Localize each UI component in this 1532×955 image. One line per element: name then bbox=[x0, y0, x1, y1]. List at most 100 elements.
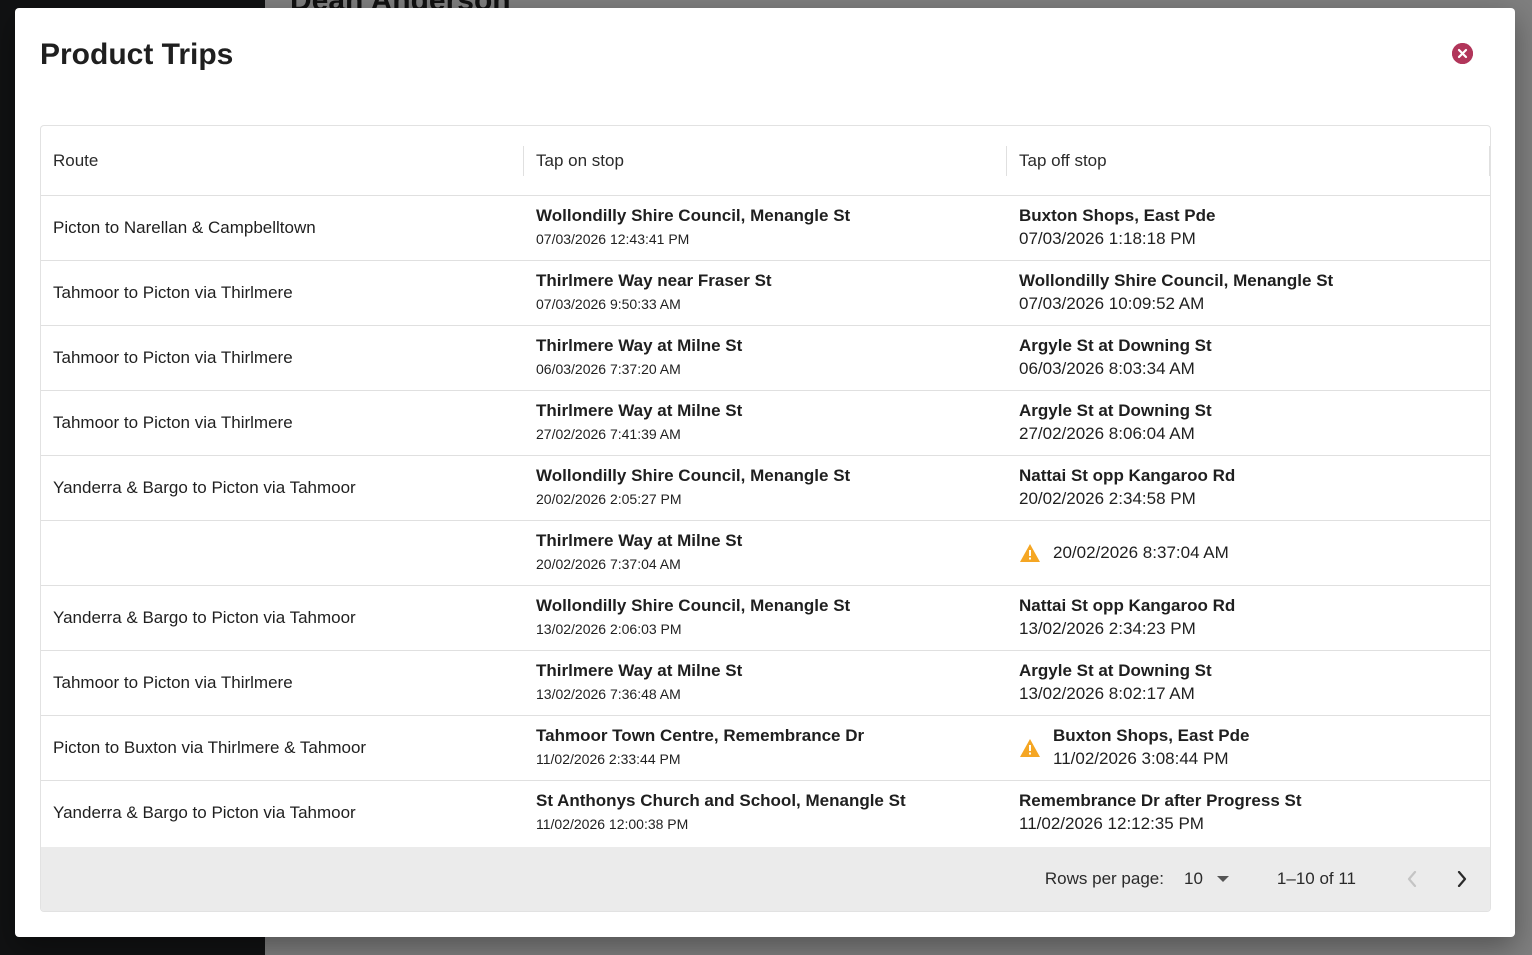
column-header-route[interactable]: Route bbox=[41, 126, 524, 196]
route-name: Tahmoor to Picton via Thirlmere bbox=[53, 283, 293, 302]
table-row[interactable]: Picton to Narellan & Campbelltown Wollond… bbox=[41, 195, 1490, 261]
tap-off-time: 11/02/2026 3:08:44 PM bbox=[1053, 749, 1229, 768]
column-separator[interactable] bbox=[1489, 146, 1490, 176]
tap-off-cell: Argyle St at Downing St 06/03/2026 8:03:3… bbox=[1007, 325, 1490, 391]
column-header-label: Route bbox=[53, 150, 99, 170]
tap-off-time: 20/02/2026 2:34:58 PM bbox=[1019, 489, 1196, 508]
table-row[interactable]: Yanderra & Bargo to Picton via Tahmoor Wo… bbox=[41, 455, 1490, 521]
tap-off-details: Wollondilly Shire Council, Menangle St 07… bbox=[1019, 270, 1333, 316]
tap-off-wrap: Nattai St opp Kangaroo Rd 13/02/2026 2:34… bbox=[1019, 595, 1478, 641]
tap-off-details: Nattai St opp Kangaroo Rd 20/02/2026 2:34… bbox=[1019, 465, 1235, 511]
tap-on-stop-name: Wollondilly Shire Council, Menangle St bbox=[536, 206, 851, 225]
route-name: Tahmoor to Picton via Thirlmere bbox=[53, 413, 293, 432]
tap-off-wrap: Argyle St at Downing St 13/02/2026 8:02:1… bbox=[1019, 660, 1478, 706]
tap-on-cell: Thirlmere Way at Milne St 27/02/2026 7:41… bbox=[524, 390, 1007, 456]
chevron-left-icon bbox=[1407, 871, 1417, 887]
tap-off-stop-name: Wollondilly Shire Council, Menangle St bbox=[1019, 271, 1334, 290]
tap-on-stop-name: Tahmoor Town Centre, Remembrance Dr bbox=[536, 726, 865, 745]
route-cell: Yanderra & Bargo to Picton via Tahmoor bbox=[41, 455, 524, 521]
tap-off-time: 20/02/2026 8:37:04 AM bbox=[1053, 543, 1229, 562]
tap-off-stop-name: Argyle St at Downing St bbox=[1019, 336, 1212, 355]
close-circle-icon bbox=[1452, 43, 1473, 64]
table-row[interactable]: Tahmoor to Picton via Thirlmere Thirlmere… bbox=[41, 390, 1490, 456]
tap-off-time: 13/02/2026 2:34:23 PM bbox=[1019, 619, 1196, 638]
tap-off-time: 07/03/2026 10:09:52 AM bbox=[1019, 294, 1205, 313]
tap-on-time: 13/02/2026 7:36:48 AM bbox=[536, 686, 681, 702]
tap-on-stop-name: Thirlmere Way at Milne St bbox=[536, 531, 743, 550]
route-cell: Yanderra & Bargo to Picton via Tahmoor bbox=[41, 585, 524, 651]
route-name: Picton to Buxton via Thirlmere & Tahmoor bbox=[53, 738, 367, 757]
tap-on-cell: Wollondilly Shire Council, Menangle St 20… bbox=[524, 455, 1007, 521]
tap-on-stop-name: Wollondilly Shire Council, Menangle St bbox=[536, 466, 851, 485]
rows-per-page-label: Rows per page: bbox=[1044, 869, 1164, 888]
route-cell: Tahmoor to Picton via Thirlmere bbox=[41, 260, 524, 326]
route-name: Yanderra & Bargo to Picton via Tahmoor bbox=[53, 803, 356, 822]
tap-off-wrap: Argyle St at Downing St 27/02/2026 8:06:0… bbox=[1019, 400, 1478, 446]
table-row[interactable]: Yanderra & Bargo to Picton via Tahmoor Wo… bbox=[41, 585, 1490, 651]
caret-down-icon bbox=[1216, 875, 1229, 882]
route-cell: Picton to Buxton via Thirlmere & Tahmoor bbox=[41, 715, 524, 781]
tap-on-cell: Thirlmere Way near Fraser St 07/03/2026 9… bbox=[524, 260, 1007, 326]
tap-off-wrap: Argyle St at Downing St 06/03/2026 8:03:3… bbox=[1019, 335, 1478, 381]
tap-off-wrap: Wollondilly Shire Council, Menangle St 07… bbox=[1019, 270, 1478, 316]
tap-on-cell: Thirlmere Way at Milne St 13/02/2026 7:36… bbox=[524, 650, 1007, 716]
tap-on-time: 20/02/2026 7:37:04 AM bbox=[536, 556, 681, 572]
rows-per-page-select[interactable]: 10 bbox=[1184, 869, 1229, 889]
tap-on-cell: Wollondilly Shire Council, Menangle St 07… bbox=[524, 195, 1007, 261]
route-name: Yanderra & Bargo to Picton via Tahmoor bbox=[53, 478, 356, 497]
tap-off-details: Argyle St at Downing St 27/02/2026 8:06:0… bbox=[1019, 400, 1212, 446]
tap-off-details: Nattai St opp Kangaroo Rd 13/02/2026 2:34… bbox=[1019, 595, 1235, 641]
tap-on-stop-name: Thirlmere Way near Fraser St bbox=[536, 271, 772, 290]
tap-off-cell: Buxton Shops, East Pde 07/03/2026 1:18:18… bbox=[1007, 195, 1490, 261]
tap-off-stop-name: Argyle St at Downing St bbox=[1019, 401, 1212, 420]
tap-on-time: 11/02/2026 12:00:38 PM bbox=[536, 816, 689, 832]
table-row[interactable]: Picton to Buxton via Thirlmere & Tahmoor… bbox=[41, 715, 1490, 781]
product-trips-modal: Product Trips Route Tap on stop Tap off … bbox=[15, 8, 1515, 937]
table-header-row: Route Tap on stop Tap off stop bbox=[41, 126, 1490, 196]
tap-off-cell: Buxton Shops, East Pde 11/02/2026 3:08:44… bbox=[1007, 715, 1490, 781]
route-cell: Tahmoor to Picton via Thirlmere bbox=[41, 325, 524, 391]
tap-off-time: 27/02/2026 8:06:04 AM bbox=[1019, 424, 1195, 443]
route-cell bbox=[41, 520, 524, 586]
tap-on-time: 06/03/2026 7:37:20 AM bbox=[536, 361, 681, 377]
tap-off-time: 11/02/2026 12:12:35 PM bbox=[1019, 814, 1204, 833]
tap-on-stop-name: Thirlmere Way at Milne St bbox=[536, 336, 743, 355]
table-row[interactable]: Yanderra & Bargo to Picton via Tahmoor St… bbox=[41, 781, 1490, 846]
tap-on-cell: Thirlmere Way at Milne St 20/02/2026 7:37… bbox=[524, 520, 1007, 586]
route-name: Yanderra & Bargo to Picton via Tahmoor bbox=[53, 608, 356, 627]
table-row[interactable]: Tahmoor to Picton via Thirlmere Thirlmere… bbox=[41, 260, 1490, 326]
tap-on-cell: Tahmoor Town Centre, Remembrance Dr 11/02… bbox=[524, 715, 1007, 781]
tap-off-details: Buxton Shops, East Pde 07/03/2026 1:18:18… bbox=[1019, 205, 1215, 251]
tap-off-cell: Nattai St opp Kangaroo Rd 13/02/2026 2:34… bbox=[1007, 585, 1490, 651]
tap-on-time: 27/02/2026 7:41:39 AM bbox=[536, 426, 681, 442]
tap-on-stop-name: St Anthonys Church and School, Menangle … bbox=[536, 791, 906, 810]
tap-off-wrap: Buxton Shops, East Pde 07/03/2026 1:18:18… bbox=[1019, 205, 1478, 251]
tap-off-details: Argyle St at Downing St 13/02/2026 8:02:1… bbox=[1019, 660, 1212, 706]
table-row[interactable]: Tahmoor to Picton via Thirlmere Thirlmere… bbox=[41, 325, 1490, 391]
tap-off-cell: Wollondilly Shire Council, Menangle St 07… bbox=[1007, 260, 1490, 326]
route-cell: Yanderra & Bargo to Picton via Tahmoor bbox=[41, 781, 524, 846]
route-name: Tahmoor to Picton via Thirlmere bbox=[53, 673, 293, 692]
previous-page-button[interactable] bbox=[1392, 859, 1432, 899]
tap-on-time: 13/02/2026 2:06:03 PM bbox=[536, 621, 682, 637]
tap-off-details: Remembrance Dr after Progress St 11/02/20… bbox=[1019, 790, 1302, 836]
tap-on-cell: St Anthonys Church and School, Menangle … bbox=[524, 781, 1007, 846]
pagination-bar: Rows per page: 10 1–10 of 11 bbox=[41, 847, 1490, 911]
tap-off-time: 13/02/2026 8:02:17 AM bbox=[1019, 684, 1195, 703]
tap-off-details: Buxton Shops, East Pde 11/02/2026 3:08:44… bbox=[1053, 725, 1249, 771]
column-header-tap-off-stop[interactable]: Tap off stop bbox=[1007, 126, 1490, 196]
route-name: Tahmoor to Picton via Thirlmere bbox=[53, 348, 293, 367]
tap-off-cell: Argyle St at Downing St 13/02/2026 8:02:1… bbox=[1007, 650, 1490, 716]
tap-on-time: 11/02/2026 2:33:44 PM bbox=[536, 751, 681, 767]
tap-off-stop-name: Nattai St opp Kangaroo Rd bbox=[1019, 596, 1236, 615]
tap-on-time: 20/02/2026 2:05:27 PM bbox=[536, 491, 682, 507]
trips-table-card: Route Tap on stop Tap off stop Picton to… bbox=[40, 125, 1491, 912]
warning-icon bbox=[1020, 544, 1040, 562]
close-button[interactable] bbox=[1452, 43, 1473, 64]
next-page-button[interactable] bbox=[1442, 859, 1482, 899]
tap-off-time: 07/03/2026 1:18:18 PM bbox=[1019, 229, 1196, 248]
table-row[interactable]: Tahmoor to Picton via Thirlmere Thirlmere… bbox=[41, 650, 1490, 716]
route-cell: Tahmoor to Picton via Thirlmere bbox=[41, 650, 524, 716]
column-header-tap-on-stop[interactable]: Tap on stop bbox=[524, 126, 1007, 196]
table-row[interactable]: Thirlmere Way at Milne St 20/02/2026 7:37… bbox=[41, 520, 1490, 586]
